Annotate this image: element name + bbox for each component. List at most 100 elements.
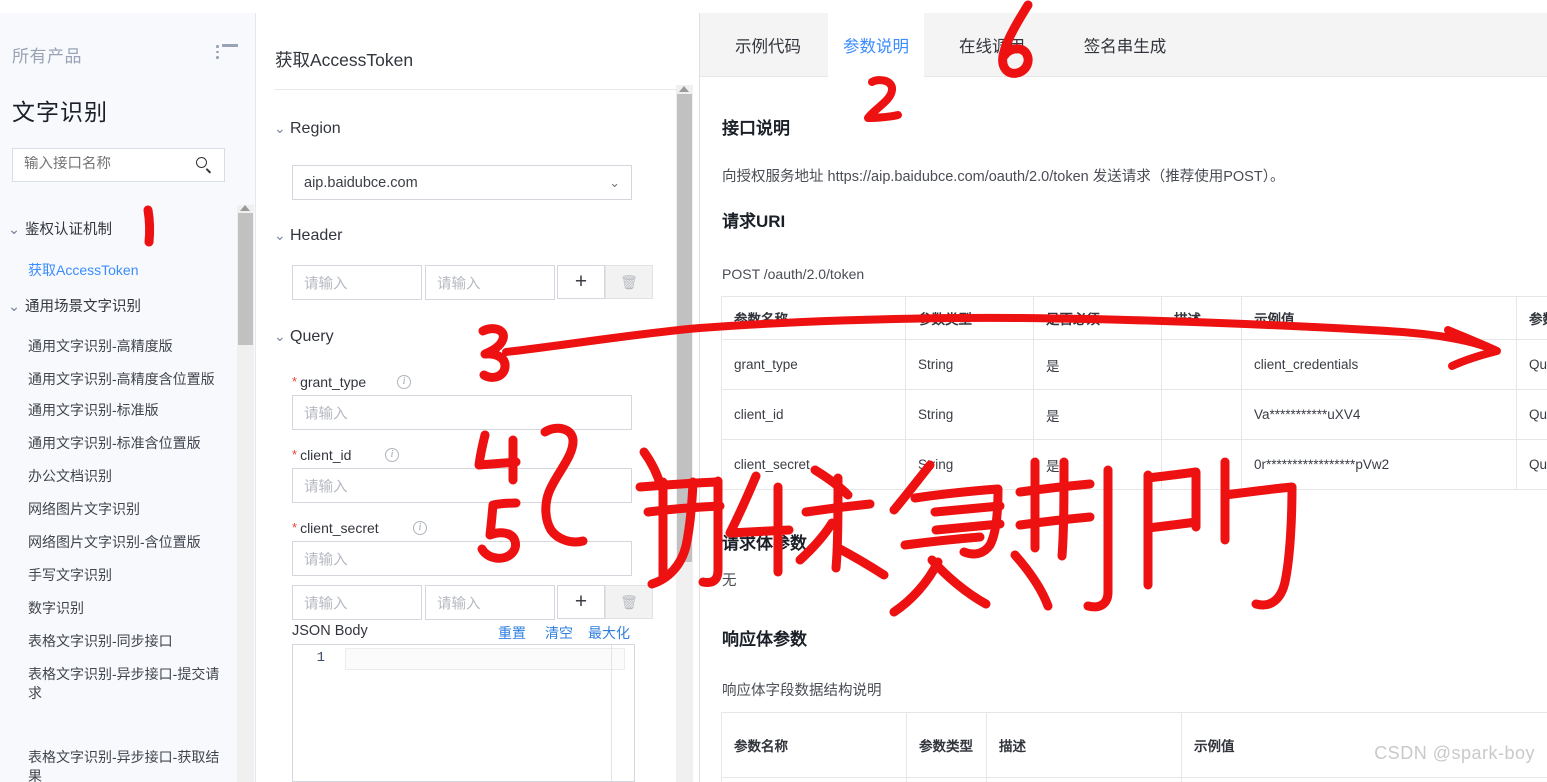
- json-line-number: 1: [316, 650, 325, 666]
- column-header: 描述: [986, 712, 1182, 778]
- column-header: 参数名称: [721, 712, 907, 778]
- column-header: 参数类型: [905, 296, 1034, 340]
- region-select[interactable]: aip.baidubce.com ⌄: [292, 165, 632, 200]
- tab-signature-gen[interactable]: 签名串生成: [1060, 13, 1190, 77]
- field-name: client_secret: [300, 520, 379, 536]
- sidebar-item-handwriting[interactable]: 手写文字识别: [28, 566, 228, 585]
- json-active-line[interactable]: [345, 648, 625, 670]
- sidebar-item-accurate-loc[interactable]: 通用文字识别-高精度含位置版: [28, 370, 228, 389]
- sidebar-item-web-image-loc[interactable]: 网络图片文字识别-含位置版: [28, 533, 228, 552]
- sidebar-scrollbar-thumb[interactable]: [238, 213, 253, 345]
- header-value-input[interactable]: 请输入: [425, 265, 555, 300]
- sidebar-item-table-sync[interactable]: 表格文字识别-同步接口: [28, 632, 228, 651]
- section-region[interactable]: ⌄ Region: [274, 120, 341, 138]
- sidebar-item-label: 手写文字识别: [28, 567, 112, 583]
- plus-icon: +: [574, 590, 588, 613]
- all-products-label: 所有产品: [12, 47, 82, 66]
- query-delete-button[interactable]: 🗑: [605, 585, 653, 619]
- required-marker: *: [292, 374, 298, 389]
- header-key-input[interactable]: 请输入: [292, 265, 422, 300]
- info-icon[interactable]: i: [385, 448, 399, 462]
- sidebar: 所有产品 文字识别 ⌄鉴权认证机制 获取AccessToken ⌄通用场景文字识…: [0, 13, 256, 782]
- middle-scrollbar-thumb[interactable]: [677, 94, 692, 562]
- sidebar-item-label: 办公文档识别: [28, 468, 112, 484]
- sidebar-item-label: 表格文字识别-异步接口-获取结果: [28, 749, 220, 782]
- sidebar-item-accurate[interactable]: 通用文字识别-高精度版: [28, 337, 228, 356]
- table-row: grant_type String 是 client_credentials Q…: [721, 339, 1547, 390]
- json-gutter: 1: [293, 645, 331, 781]
- column-header: 参数类型: [906, 712, 987, 778]
- json-maximize-button[interactable]: 最大化: [588, 623, 630, 643]
- query-value-placeholder: 请输入: [437, 596, 481, 612]
- request-uri-value: POST /oauth/2.0/token: [722, 266, 865, 282]
- search-input[interactable]: [24, 156, 174, 172]
- query-key-input[interactable]: 请输入: [292, 585, 422, 620]
- scroll-up-arrow-icon[interactable]: [679, 86, 689, 92]
- grant-type-input[interactable]: 请输入: [292, 395, 632, 430]
- request-builder-title: 获取AccessToken: [275, 50, 414, 70]
- chevron-down-icon: ⌄: [8, 222, 21, 238]
- request-body-params-value: 无: [722, 573, 737, 589]
- search-box[interactable]: [12, 148, 225, 182]
- query-value-input[interactable]: 请输入: [425, 585, 555, 620]
- tab-param-description[interactable]: 参数说明: [828, 13, 924, 77]
- client-secret-input[interactable]: 请输入: [292, 541, 632, 576]
- sidebar-item-office-doc[interactable]: 办公文档识别: [28, 467, 228, 486]
- heading-interface-description: 接口说明: [722, 119, 790, 138]
- chevron-down-icon: ⌄: [274, 120, 286, 136]
- search-icon[interactable]: [196, 157, 213, 174]
- sidebar-item-general-basic-loc[interactable]: 通用文字识别-标准含位置版: [28, 434, 228, 453]
- list-icon[interactable]: [216, 44, 238, 60]
- sidebar-item-table-async-result[interactable]: 表格文字识别-异步接口-获取结果: [28, 748, 228, 782]
- field-name: grant_type: [300, 374, 367, 390]
- page-title: 文字识别: [12, 99, 108, 125]
- cell-param-loc: Que: [1516, 439, 1547, 490]
- table-row: client_id String 是 Va***********uXV4 Que: [721, 389, 1547, 440]
- section-query[interactable]: ⌄ Query: [274, 328, 334, 346]
- header-key-placeholder: 请输入: [304, 276, 348, 292]
- section-header[interactable]: ⌄ Header: [274, 227, 342, 245]
- trash-icon: 🗑: [620, 273, 638, 290]
- info-icon[interactable]: i: [397, 375, 411, 389]
- sidebar-group-general-ocr[interactable]: ⌄ 通用场景文字识别: [8, 295, 141, 316]
- client-id-placeholder: 请输入: [304, 479, 348, 495]
- docs-panel: 示例代码 参数说明 在线调用 签名串生成 接口说明 向授权服务地址 https:…: [700, 13, 1547, 782]
- query-add-button[interactable]: +: [557, 585, 605, 619]
- tab-online-debug[interactable]: 在线调用: [932, 13, 1052, 77]
- sidebar-item-table-async-submit[interactable]: 表格文字识别-异步接口-提交请求: [28, 665, 228, 703]
- divider: [274, 89, 684, 90]
- table-row: [721, 777, 1547, 782]
- cell-param-name: client_secret: [721, 439, 906, 490]
- interface-description-text: 向授权服务地址 https://aip.baidubce.com/oauth/2…: [722, 169, 1285, 185]
- region-select-value: aip.baidubce.com: [304, 174, 418, 191]
- json-clear-button[interactable]: 清空: [545, 623, 573, 643]
- client-id-input[interactable]: 请输入: [292, 468, 632, 503]
- header-add-button[interactable]: +: [557, 265, 605, 299]
- heading-request-body-params: 请求体参数: [722, 534, 807, 553]
- scroll-up-arrow-icon[interactable]: [240, 205, 250, 211]
- sidebar-group-auth[interactable]: ⌄ 鉴权认证机制: [8, 218, 112, 239]
- tab-sample-code[interactable]: 示例代码: [708, 13, 828, 77]
- json-reset-button[interactable]: 重置: [498, 623, 526, 643]
- sidebar-item-web-image[interactable]: 网络图片文字识别: [28, 500, 228, 519]
- tab-label: 在线调用: [959, 38, 1025, 56]
- sidebar-item-general-basic[interactable]: 通用文字识别-标准版: [28, 401, 228, 420]
- sidebar-item-label: 表格文字识别-异步接口-提交请求: [28, 666, 220, 701]
- chevron-down-icon: ⌄: [8, 299, 21, 315]
- column-header: 描述: [1161, 296, 1242, 340]
- header-delete-button[interactable]: 🗑: [605, 265, 653, 299]
- table-header-row: 参数名称 参数类型 是否必须 描述 示例值 参数: [721, 296, 1547, 340]
- column-header: 示例值: [1241, 296, 1517, 340]
- required-marker: *: [292, 447, 298, 462]
- tab-label: 签名串生成: [1083, 38, 1167, 56]
- json-body-editor[interactable]: 1: [292, 644, 635, 782]
- sidebar-item-label: 网络图片文字识别-含位置版: [28, 534, 201, 550]
- sidebar-item-label: 通用文字识别-标准版: [28, 402, 159, 418]
- cell-param-name: grant_type: [721, 339, 906, 390]
- watermark: CSDN @spark-boy: [1374, 743, 1535, 763]
- sidebar-item-number[interactable]: 数字识别: [28, 599, 228, 618]
- json-editor-guide-line: [611, 645, 612, 781]
- info-icon[interactable]: i: [413, 521, 427, 535]
- sidebar-item-get-access-token[interactable]: 获取AccessToken: [28, 261, 228, 280]
- cell-param-name: [721, 777, 907, 782]
